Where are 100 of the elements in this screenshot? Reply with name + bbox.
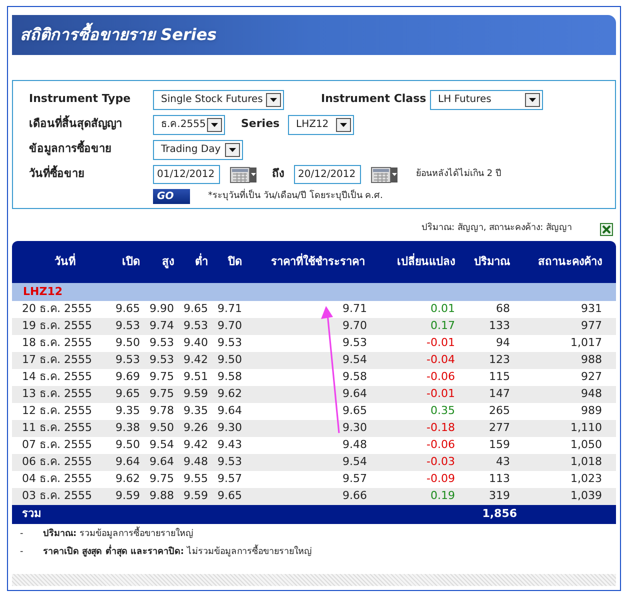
table-cell-text: -0.09 xyxy=(426,471,455,488)
table-cell-text: 14 ธ.ค. 2555 xyxy=(21,369,93,386)
table-cell-text: 9.53 xyxy=(114,318,140,334)
table-cell-text: 9.54 xyxy=(148,437,174,454)
dropdown[interactable]: Trading Day xyxy=(153,140,243,160)
table-cell-text: 988 xyxy=(580,352,602,368)
column-header[interactable]: วันที่ xyxy=(12,254,98,270)
table-cell-text: -0.06 xyxy=(426,369,455,386)
column-header[interactable]: เปิด xyxy=(98,254,140,270)
table-cell-text: 1,039 xyxy=(570,488,602,504)
table-cell-text: 9.66 xyxy=(342,488,368,504)
table-cell-text: 9.70 xyxy=(342,318,368,334)
column-header[interactable]: ราคาที่ใช้ชำระราคา xyxy=(242,254,371,270)
field-label: Instrument Type xyxy=(29,91,132,108)
table-cell-text: 9.90 xyxy=(148,301,174,318)
table-cell-text: 9.64 xyxy=(114,454,140,470)
table-cell-text: 1,050 xyxy=(570,437,602,454)
table-cell-text: 9.35 xyxy=(182,403,208,420)
table-cell-text: 265 xyxy=(488,403,510,420)
note-text: ไม่รวมข้อมูลการซื้อขายรายใหญ่ xyxy=(187,546,312,559)
table-cell-text: 9.64 xyxy=(216,403,242,420)
date-field[interactable]: 20/12/2012 xyxy=(294,165,361,184)
calendar-icon[interactable] xyxy=(230,166,257,182)
date-format-note: *ระบุวันที่เป็น วัน/เดือน/ปี โดยระบุปีเป็น ค.ศ. xyxy=(208,190,383,203)
dropdown[interactable]: Single Stock Futures xyxy=(153,90,284,110)
table-cell-text: 9.35 xyxy=(114,403,140,420)
table-cell-text: -0.03 xyxy=(426,454,455,470)
table-cell-text: 20 ธ.ค. 2555 xyxy=(21,301,93,318)
field-label: Instrument Class xyxy=(321,91,428,108)
field-label: วันที่ซื้อขาย xyxy=(29,166,85,182)
table-cell-text: 9.42 xyxy=(182,437,208,454)
table-cell-text: -0.06 xyxy=(426,437,455,454)
table-cell-text: 1,018 xyxy=(570,454,602,470)
table-cell-text: 9.43 xyxy=(216,437,242,454)
field-label: ถึง xyxy=(272,166,285,182)
table-cell-text: 9.65 xyxy=(182,301,208,318)
table-cell-text: 9.71 xyxy=(342,301,368,318)
total-volume: 1,856 xyxy=(481,506,517,522)
table-cell-text: 94 xyxy=(495,335,510,352)
table-cell-text: 1,110 xyxy=(570,420,602,436)
table-cell-text: 123 xyxy=(488,352,510,368)
table-cell-text: -0.18 xyxy=(426,420,455,436)
table-cell-text: 948 xyxy=(580,386,602,402)
table-cell-text: 9.38 xyxy=(114,420,140,436)
table-cell-text: 9.30 xyxy=(342,420,368,436)
page-title: สถิติการซื้อขายราย Series xyxy=(12,23,217,47)
table-cell-text: 9.78 xyxy=(148,403,174,420)
table-cell-text: -0.01 xyxy=(426,386,455,402)
table-cell-text: 0.01 xyxy=(430,301,455,318)
dropdown-caret-icon xyxy=(336,118,351,132)
table-cell-text: 9.53 xyxy=(148,352,174,368)
dropdown[interactable]: LH Futures xyxy=(430,90,543,110)
total-label: รวม xyxy=(21,506,42,522)
table-cell-text: 9.64 xyxy=(342,386,368,402)
table-cell-text: 9.65 xyxy=(114,386,140,402)
column-header[interactable]: สูง xyxy=(140,254,174,270)
table-cell-text: 11 ธ.ค. 2555 xyxy=(21,420,93,436)
table-cell-text: 9.50 xyxy=(148,420,174,436)
table-cell-text: 9.69 xyxy=(114,369,140,386)
spreadsheet-icon[interactable] xyxy=(600,222,613,236)
column-header[interactable]: ต่ำ xyxy=(174,254,208,270)
table-cell-text: 133 xyxy=(488,318,510,334)
table-cell-text: 0.35 xyxy=(430,403,455,420)
field-label: Series xyxy=(241,116,281,132)
table-cell-text: 931 xyxy=(580,301,602,318)
column-header[interactable]: ปิด xyxy=(208,254,242,270)
table-cell-text: 9.59 xyxy=(182,488,208,504)
table-cell-text: 9.53 xyxy=(342,335,368,352)
column-header[interactable]: ปริมาณ xyxy=(455,254,510,270)
table-cell-text: 9.57 xyxy=(216,471,242,488)
series-label: LHZ12 xyxy=(23,284,62,300)
table-cell-text: 9.59 xyxy=(114,488,140,504)
table-cell-text: 113 xyxy=(488,471,510,488)
date-field[interactable]: 01/12/2012 xyxy=(153,165,220,184)
table-cell-text: 159 xyxy=(488,437,510,454)
table-cell-text: 13 ธ.ค. 2555 xyxy=(21,386,93,402)
date-range-hint: ย้อนหลังได้ไม่เกิน 2 ปี xyxy=(416,168,502,181)
calendar-icon[interactable] xyxy=(371,166,398,182)
table-cell-text: 9.75 xyxy=(148,369,174,386)
dropdown-caret-icon xyxy=(207,118,222,132)
table-cell-text: 115 xyxy=(488,369,510,386)
table-cell-text: 9.58 xyxy=(216,369,242,386)
table-cell-text: 9.54 xyxy=(342,454,368,470)
table-cell-text: 9.53 xyxy=(182,318,208,334)
table-cell-text: -0.04 xyxy=(426,352,455,368)
dropdown[interactable]: ธ.ค.2555 xyxy=(153,114,225,134)
table-cell-text: 18 ธ.ค. 2555 xyxy=(21,335,93,352)
table-cell-text: 43 xyxy=(495,454,510,470)
column-header[interactable]: เปลี่ยนแปลง xyxy=(371,254,455,270)
table-cell-text: 03 ธ.ค. 2555 xyxy=(21,488,93,504)
table-cell-text: 9.54 xyxy=(342,352,368,368)
units-note: ปริมาณ: สัญญา, สถานะคงค้าง: สัญญา xyxy=(421,222,572,236)
column-header[interactable]: สถานะคงค้าง xyxy=(510,254,602,270)
table-cell-text: 06 ธ.ค. 2555 xyxy=(21,454,93,470)
table-cell-text: 9.62 xyxy=(114,471,140,488)
table-cell-text: 9.53 xyxy=(114,352,140,368)
table-cell-text: 9.59 xyxy=(182,386,208,402)
go-button[interactable]: GO xyxy=(153,189,190,204)
table-cell-text: 04 ธ.ค. 2555 xyxy=(21,471,93,488)
dropdown[interactable]: LHZ12 xyxy=(288,114,354,134)
